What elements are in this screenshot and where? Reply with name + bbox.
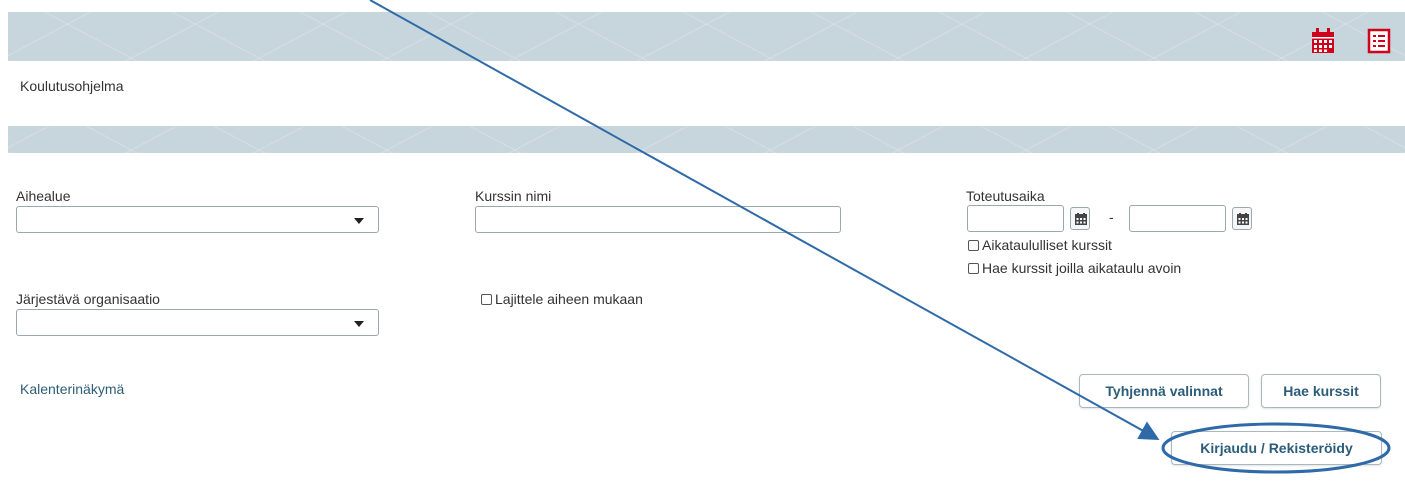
calendar-icon[interactable] xyxy=(1311,28,1335,54)
chevron-down-icon xyxy=(354,321,364,327)
checkbox-box[interactable] xyxy=(968,239,979,251)
checkbox-box[interactable] xyxy=(481,293,492,305)
date-to-input[interactable] xyxy=(1129,205,1226,232)
chevron-down-icon xyxy=(354,218,364,224)
date-separator: - xyxy=(1109,209,1114,225)
search-courses-button[interactable]: Hae kurssit xyxy=(1261,374,1381,408)
calendar-icon xyxy=(1075,213,1087,225)
clear-selections-button[interactable]: Tyhjennä valinnat xyxy=(1079,374,1249,408)
organizer-select[interactable] xyxy=(16,309,379,336)
calendar-icon xyxy=(1237,213,1249,225)
period-label: Toteutusaika xyxy=(966,188,1045,204)
page-title: Koulutusohjelma xyxy=(20,78,124,94)
organizer-label: Järjestävä organisaatio xyxy=(16,291,160,307)
open-schedule-checkbox[interactable]: Hae kurssit joilla aikataulu avoin xyxy=(968,260,1181,276)
date-to-calendar-button[interactable] xyxy=(1232,207,1252,230)
scheduled-courses-label: Aikataululliset kurssit xyxy=(982,237,1112,253)
sort-by-topic-label: Lajittele aiheen mukaan xyxy=(495,291,643,307)
header-band xyxy=(8,12,1405,61)
topic-select[interactable] xyxy=(16,206,379,233)
login-register-button[interactable]: Kirjaudu / Rekisteröidy xyxy=(1171,431,1382,465)
checkbox-box[interactable] xyxy=(968,262,979,274)
calendar-view-link[interactable]: Kalenterinäkymä xyxy=(20,381,124,397)
annotation-overlay xyxy=(369,0,1391,474)
topic-label: Aihealue xyxy=(16,188,71,204)
list-icon[interactable] xyxy=(1367,28,1391,54)
date-from-calendar-button[interactable] xyxy=(1070,207,1090,230)
course-name-label: Kurssin nimi xyxy=(475,188,552,204)
date-from-input[interactable] xyxy=(967,205,1064,232)
section-band xyxy=(8,126,1405,153)
open-schedule-label: Hae kurssit joilla aikataulu avoin xyxy=(982,260,1182,276)
course-name-input[interactable] xyxy=(475,206,841,233)
sort-by-topic-checkbox[interactable]: Lajittele aiheen mukaan xyxy=(481,291,643,307)
scheduled-courses-checkbox[interactable]: Aikataululliset kurssit xyxy=(968,237,1112,253)
